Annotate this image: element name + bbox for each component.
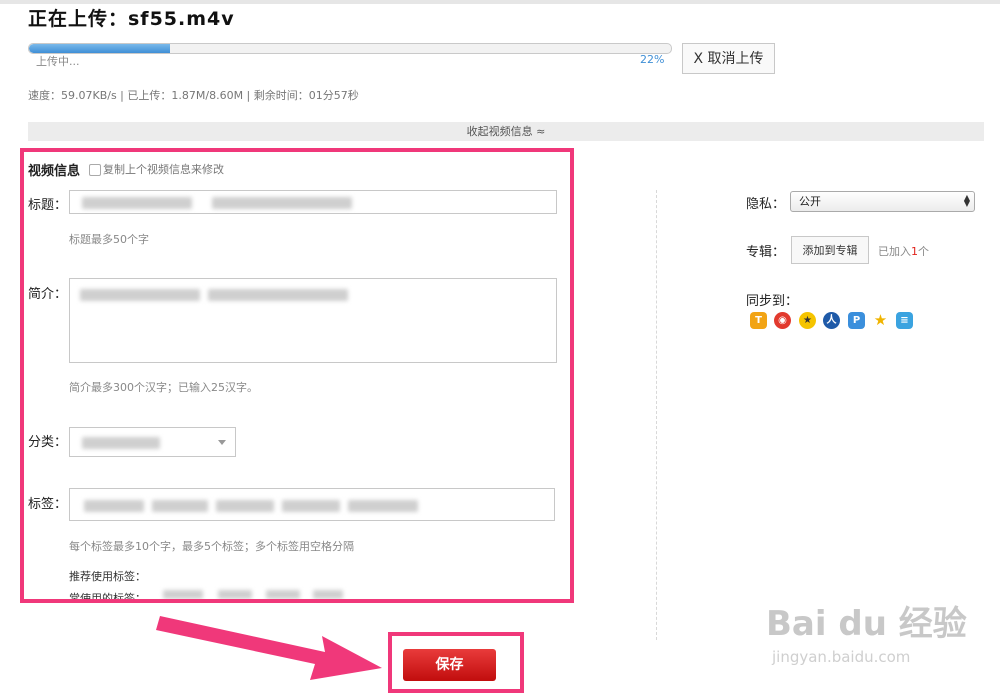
pengyou-icon[interactable]: P <box>848 312 865 329</box>
add-to-album-button[interactable]: 添加到专辑 <box>791 236 869 264</box>
album-label: 专辑： <box>746 245 786 260</box>
annotation-highlight-box <box>20 148 574 603</box>
collapse-label: 收起视频信息 ≈ <box>466 125 546 138</box>
upload-progress-bar <box>28 43 672 54</box>
privacy-select[interactable]: 公开 ▲ ▼ <box>790 191 975 212</box>
column-divider <box>656 190 657 640</box>
renren-icon[interactable]: 人 <box>823 312 840 329</box>
updown-arrow-icon: ▲ ▼ <box>963 193 970 208</box>
baidu-watermark: Bai du 经验 <box>766 604 967 644</box>
upload-stats: 速度：59.07KB/s | 已上传：1.87M/8.60M | 剩余时间：01… <box>28 89 359 102</box>
annotation-arrow <box>156 616 382 680</box>
privacy-label: 隐私： <box>746 197 786 212</box>
qzone-icon[interactable]: ★ <box>799 312 816 329</box>
cancel-upload-button[interactable]: X 取消上传 <box>682 43 775 74</box>
tencent-weibo-icon[interactable]: T <box>750 312 767 329</box>
upload-percent: 22% <box>640 53 665 66</box>
star-icon[interactable]: ★ <box>872 312 889 329</box>
page-title: 正在上传：sf55.m4v <box>28 8 235 30</box>
sync-label: 同步到： <box>746 294 799 309</box>
privacy-value: 公开 <box>799 195 821 208</box>
album-added-text: 已加入1个 <box>878 245 929 258</box>
kaixin-icon[interactable]: ≡ <box>896 312 913 329</box>
upload-status-text: 上传中... <box>36 55 80 68</box>
sina-weibo-icon[interactable]: ◉ <box>774 312 791 329</box>
upload-progress-fill <box>29 44 171 53</box>
collapse-video-info-toggle[interactable]: 收起视频信息 ≈ <box>28 122 984 141</box>
save-button[interactable]: 保存 <box>403 649 496 681</box>
watermark-url: jingyan.baidu.com <box>772 648 911 666</box>
